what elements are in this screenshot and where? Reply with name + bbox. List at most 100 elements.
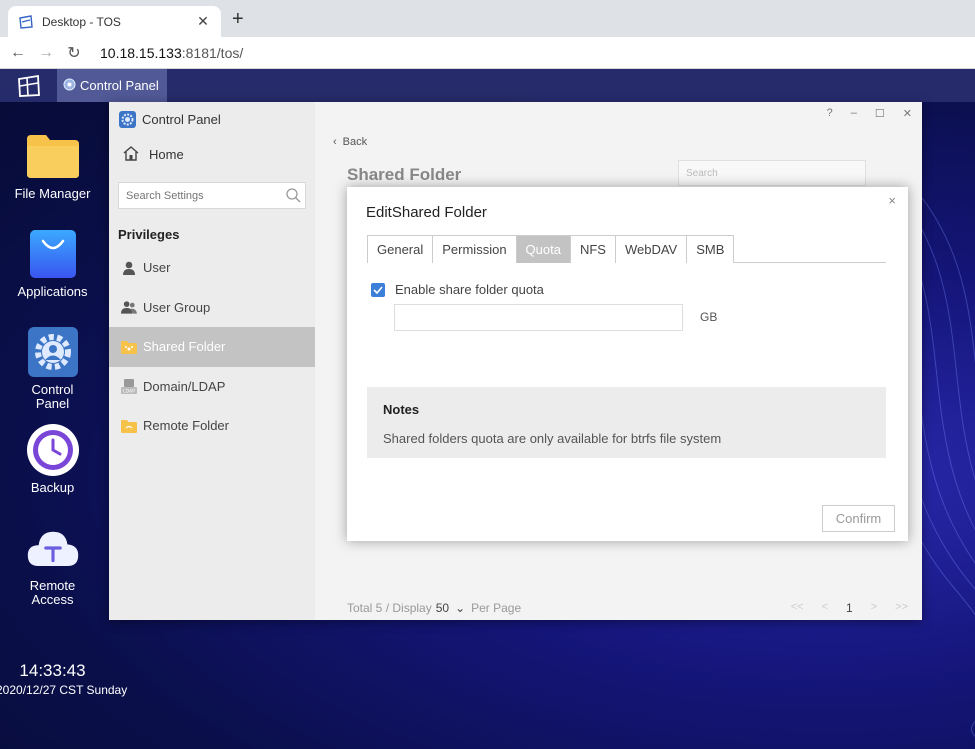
clock-date: 2020/12/27 CST Sunday	[0, 683, 128, 697]
desktop-icon-label: File Manager	[14, 186, 91, 201]
sidebar-list: User User Group Shared Folder LDAP Domai…	[109, 248, 315, 446]
sidebar-item-remote-folder[interactable]: Remote Folder	[109, 406, 315, 446]
confirm-button[interactable]: Confirm	[822, 505, 895, 532]
sidebar-section-privileges: Privileges	[118, 227, 180, 242]
desktop-icon-backup[interactable]: Backup	[0, 423, 105, 495]
pagination-footer: Total 5 / Display 50 ⌄ Per Page	[347, 601, 521, 615]
back-arrow-icon[interactable]: ←	[4, 44, 32, 62]
backup-clock-icon	[26, 423, 80, 477]
back-label: Back	[342, 136, 368, 148]
enable-quota-label: Enable share folder quota	[395, 282, 544, 297]
tos-favicon-icon	[18, 14, 34, 30]
page-title: Shared Folder	[347, 165, 462, 184]
sidebar: Control Panel Home Privileges User	[109, 102, 315, 620]
maximize-icon[interactable]: ☐	[875, 107, 885, 120]
sidebar-item-label: Shared Folder	[143, 339, 226, 355]
dialog-tabs: General Permission Quota NFS WebDAV SMB	[367, 235, 886, 263]
dialog-title: EditShared Folder	[366, 204, 487, 221]
settings-search-input[interactable]	[126, 189, 281, 202]
sidebar-item-shared-folder[interactable]: Shared Folder	[109, 327, 315, 367]
quota-checkbox-row: Enable share folder quota	[371, 282, 544, 297]
control-panel-icon	[119, 111, 136, 128]
desktop-clock: 14:33:43 2020/12/27 CST Sunday	[0, 661, 128, 697]
svg-text:LDAP: LDAP	[123, 388, 135, 394]
last-page-button[interactable]: >>	[895, 601, 908, 615]
taskbar-item-label: Control Panel	[80, 78, 159, 93]
clock-time: 14:33:43	[19, 661, 86, 680]
sidebar-item-user[interactable]: User	[109, 248, 315, 288]
prev-page-button[interactable]: <	[822, 601, 828, 615]
desktop-icon-control-panel[interactable]: Control Panel	[0, 325, 105, 411]
folder-icon	[26, 129, 80, 183]
tab-close-icon[interactable]: ✕	[195, 13, 211, 30]
shopping-bag-icon	[26, 227, 80, 281]
sidebar-item-home[interactable]: Home	[109, 137, 315, 172]
desktop-icon-remote-access[interactable]: Remote Access	[0, 521, 105, 607]
tos-logo-icon	[17, 74, 40, 97]
user-icon	[121, 260, 137, 276]
desktop-icon-label: Remote Access	[29, 578, 76, 607]
url-field[interactable]: 10.18.15.133:8181/tos/	[100, 45, 243, 61]
tab-nfs[interactable]: NFS	[569, 235, 616, 263]
control-panel-small-icon	[63, 78, 76, 94]
edit-shared-folder-dialog: EditShared Folder × General Permission Q…	[347, 187, 908, 541]
taskbar-item-control-panel[interactable]: Control Panel	[57, 69, 167, 102]
new-tab-button[interactable]: +	[232, 9, 244, 29]
chevron-left-icon: ‹	[333, 136, 337, 148]
back-link[interactable]: ‹ Back	[333, 136, 373, 148]
folder-search-input[interactable]: Search	[678, 160, 866, 186]
settings-search-box	[118, 182, 306, 209]
notes-title: Notes	[383, 402, 420, 417]
sidebar-item-domain-ldap[interactable]: LDAP Domain/LDAP	[109, 367, 315, 407]
desktop-icon-file-manager[interactable]: File Manager	[0, 129, 105, 201]
minimize-icon[interactable]: –	[851, 107, 857, 120]
dialog-close-icon[interactable]: ×	[888, 193, 896, 208]
tab-quota[interactable]: Quota	[515, 235, 571, 263]
notes-panel: Notes Shared folders quota are only avai…	[367, 387, 886, 458]
chevron-down-icon[interactable]: ⌄	[455, 601, 465, 615]
sidebar-item-label: Domain/LDAP	[143, 378, 226, 394]
sidebar-item-label: User	[143, 260, 171, 276]
shared-folder-icon	[121, 339, 137, 355]
desktop-icon-applications[interactable]: Applications	[0, 227, 105, 299]
cloud-icon	[26, 521, 80, 575]
desktop-icon-label: Backup	[30, 480, 75, 495]
search-icon[interactable]	[281, 188, 305, 203]
forward-arrow-icon[interactable]: →	[32, 44, 60, 62]
remote-folder-icon	[121, 418, 137, 434]
quota-size-input[interactable]	[394, 304, 683, 331]
sidebar-header-title: Control Panel	[142, 112, 221, 127]
current-page[interactable]: 1	[846, 601, 853, 615]
url-path: :8181/tos/	[181, 44, 244, 61]
browser-tabbar: Desktop - TOS ✕ +	[0, 0, 975, 37]
home-icon	[123, 145, 139, 164]
tab-permission[interactable]: Permission	[432, 235, 517, 263]
desktop-icon-label: Applications	[17, 284, 88, 299]
checkmark-icon	[373, 285, 383, 294]
help-icon[interactable]: ?	[827, 107, 833, 120]
tab-smb[interactable]: SMB	[686, 235, 735, 263]
quota-unit-label: GB	[700, 310, 718, 324]
window-close-icon[interactable]: ✕	[903, 107, 912, 120]
taskbar: Control Panel	[0, 69, 975, 102]
notes-text: Shared folders quota are only available …	[383, 431, 722, 446]
start-button[interactable]	[0, 69, 57, 102]
sidebar-item-label: User Group	[143, 299, 211, 315]
user-group-icon	[121, 299, 137, 315]
gear-icon	[26, 325, 80, 379]
tab-title: Desktop - TOS	[42, 14, 121, 29]
sidebar-header: Control Panel	[109, 102, 315, 137]
pager: << < 1 > >>	[791, 601, 908, 615]
ldap-icon: LDAP	[121, 378, 137, 394]
tab-general[interactable]: General	[367, 235, 434, 263]
first-page-button[interactable]: <<	[791, 601, 804, 615]
next-page-button[interactable]: >	[871, 601, 877, 615]
enable-quota-checkbox[interactable]	[371, 282, 385, 297]
sidebar-item-user-group[interactable]: User Group	[109, 288, 315, 328]
browser-tab[interactable]: Desktop - TOS ✕	[8, 6, 221, 37]
desktop-icon-label: Control Panel	[31, 382, 74, 411]
reload-icon[interactable]: ↻	[60, 43, 88, 63]
page-size-select[interactable]: 50	[436, 601, 449, 615]
tab-webdav[interactable]: WebDAV	[614, 235, 688, 263]
url-host: 10.18.15.133	[100, 44, 182, 61]
